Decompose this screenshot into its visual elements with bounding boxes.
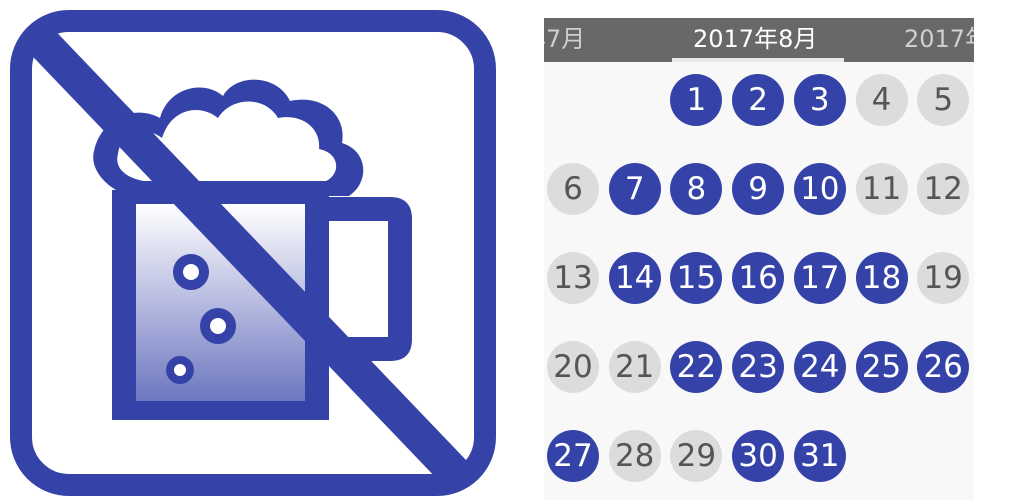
calendar-day[interactable]: 12 (917, 163, 970, 215)
calendar-day[interactable]: 29 (670, 430, 723, 482)
beer-bubble (200, 308, 236, 344)
calendar-day[interactable]: 4 (855, 74, 908, 126)
calendar-day[interactable]: 18 (855, 252, 908, 304)
calendar-day[interactable]: 24 (793, 341, 846, 393)
beer-bubble (173, 254, 209, 290)
calendar-day[interactable]: 5 (917, 74, 970, 126)
calendar-day[interactable]: 28 (608, 430, 661, 482)
calendar-day[interactable]: 13 (547, 252, 599, 304)
calendar-days: 1 2 3 4 5 6 7 8 9 10 11 12 13 14 15 16 1… (547, 74, 974, 500)
calendar-day[interactable]: 22 (670, 341, 723, 393)
calendar: 年7月 2017年8月 2017年 1 2 3 4 5 6 7 8 9 10 1… (544, 18, 974, 500)
calendar-day[interactable]: 16 (732, 252, 785, 304)
calendar-day[interactable]: 30 (732, 430, 785, 482)
calendar-day[interactable]: 3 (793, 74, 846, 126)
calendar-day[interactable]: 31 (793, 430, 846, 482)
calendar-day[interactable]: 21 (608, 341, 661, 393)
calendar-day[interactable]: 11 (855, 163, 908, 215)
calendar-day[interactable]: 1 (670, 74, 723, 126)
calendar-day[interactable]: 19 (917, 252, 970, 304)
calendar-day[interactable]: 23 (732, 341, 785, 393)
active-month-indicator (672, 58, 844, 62)
month-tabs: 年7月 2017年8月 2017年 (544, 18, 974, 62)
calendar-day[interactable]: 27 (547, 430, 599, 482)
current-month-tab[interactable]: 2017年8月 (693, 22, 817, 56)
calendar-day[interactable]: 20 (547, 341, 599, 393)
calendar-day[interactable]: 2 (732, 74, 785, 126)
calendar-day[interactable]: 25 (855, 341, 908, 393)
calendar-day[interactable]: 9 (732, 163, 785, 215)
no-beer-logo (0, 0, 510, 500)
calendar-day[interactable]: 15 (670, 252, 723, 304)
calendar-day[interactable]: 6 (547, 163, 599, 215)
calendar-day[interactable]: 8 (670, 163, 723, 215)
next-month-tab[interactable]: 2017年 (904, 22, 974, 56)
calendar-day[interactable]: 10 (793, 163, 846, 215)
calendar-day[interactable]: 26 (917, 341, 970, 393)
previous-month-tab[interactable]: 年7月 (544, 22, 585, 56)
calendar-day[interactable]: 17 (793, 252, 846, 304)
no-beer-icon (10, 10, 496, 496)
beer-bubble (166, 356, 194, 384)
calendar-day[interactable]: 7 (608, 163, 661, 215)
calendar-day[interactable]: 14 (608, 252, 661, 304)
